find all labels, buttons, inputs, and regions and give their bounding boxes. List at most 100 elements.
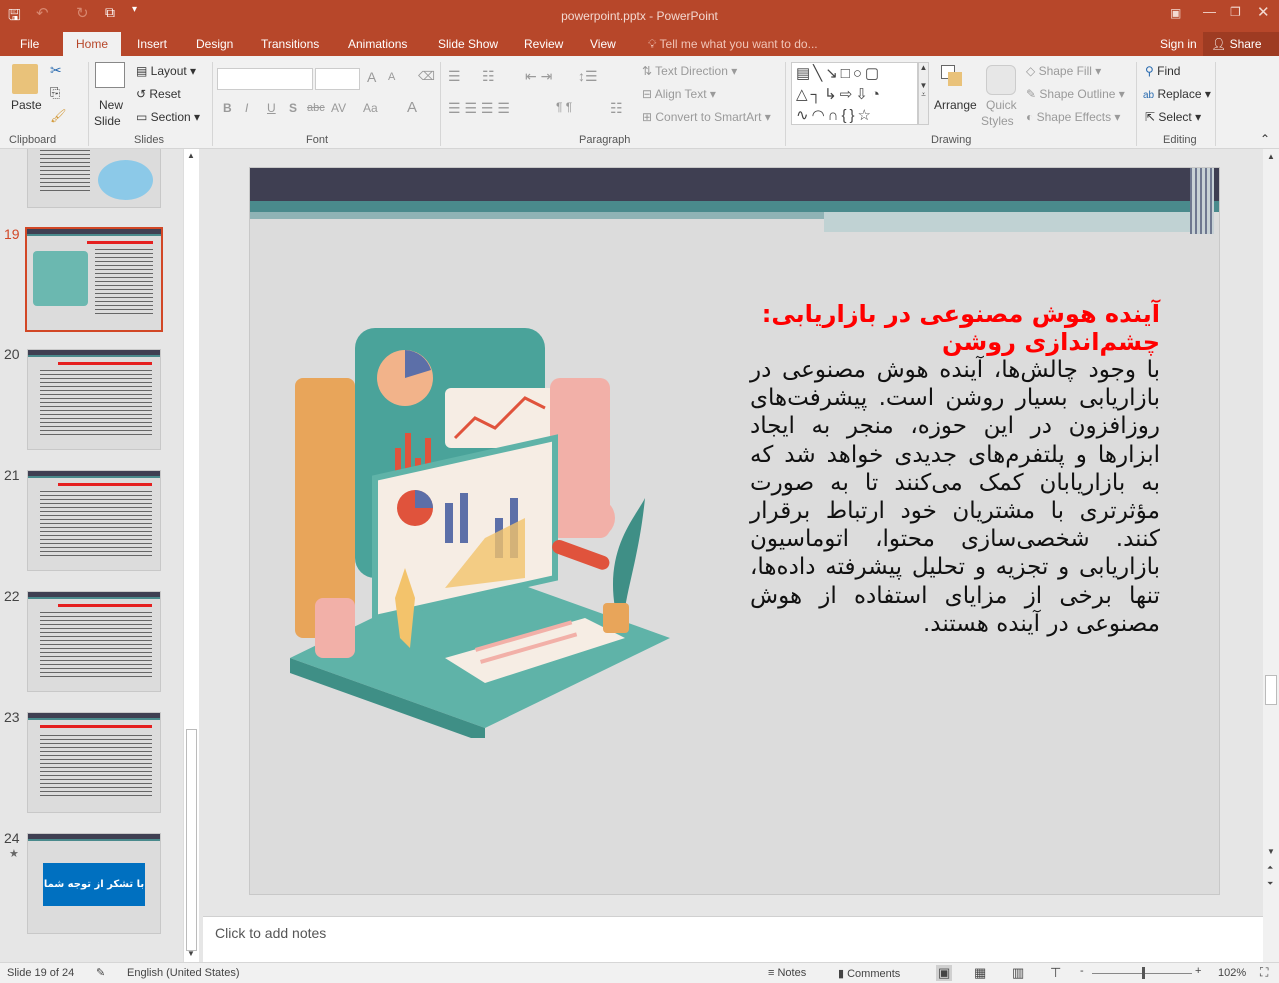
scroll-down-icon[interactable]: ▼	[1267, 847, 1275, 856]
numbering-icon[interactable]: ☷	[482, 68, 495, 85]
close-button[interactable]: ✕	[1257, 3, 1270, 21]
reset-button[interactable]: ↺ Reset	[136, 87, 181, 101]
slide-text-box[interactable]: آینده هوش مصنوعی در بازاریابی: چشم‌انداز…	[750, 300, 1160, 638]
line-spacing-icon[interactable]: ↕☰	[578, 68, 598, 85]
notes-button[interactable]: ≡ Notes	[768, 967, 806, 979]
quick-styles-button[interactable]: Quick	[986, 98, 1017, 112]
paste-button[interactable]: Paste	[11, 98, 42, 112]
copy-icon[interactable]: ⎘	[50, 85, 60, 101]
thumbnail-slide-23[interactable]	[27, 712, 161, 813]
format-painter-icon[interactable]: 🖌︎	[50, 108, 67, 124]
thumbnails-scrollbar[interactable]: ▲ ▼	[183, 149, 199, 962]
thumbnail-slide-18[interactable]	[27, 149, 161, 208]
comments-button[interactable]: ▮ Comments	[838, 967, 900, 980]
zoom-slider-thumb[interactable]	[1142, 967, 1145, 979]
font-name-input[interactable]	[217, 68, 313, 90]
arrange-button[interactable]: Arrange	[934, 98, 977, 112]
slide-canvas[interactable]: آینده هوش مصنوعی در بازاریابی: چشم‌انداز…	[249, 167, 1220, 895]
notes-pane[interactable]: Click to add notes	[203, 916, 1263, 962]
thumbnail-slide-20[interactable]	[27, 349, 161, 450]
shape-outline-button[interactable]: ✎ Shape Outline ▾	[1026, 87, 1125, 101]
tab-home[interactable]: Home	[63, 32, 122, 56]
slide-title[interactable]: آینده هوش مصنوعی در بازاریابی: چشم‌انداز…	[750, 300, 1160, 356]
next-slide-icon[interactable]: ⏷	[1267, 879, 1273, 889]
thumbnail-slide-22[interactable]	[27, 591, 161, 692]
shapes-gallery[interactable]: ▤╲↘□○▢ △┐↳⇨⇩◔ ∿◠∩{}☆	[791, 62, 918, 125]
text-direction-button[interactable]: ⇅ Text Direction ▾	[642, 64, 737, 78]
replace-label: Replace	[1157, 87, 1202, 101]
strikethrough-button[interactable]: abc	[307, 102, 325, 114]
font-color-button[interactable]: A	[407, 99, 417, 116]
shape-effects-button[interactable]: ◐ Shape Effects ▾	[1026, 110, 1120, 124]
language-indicator[interactable]: English (United States)	[127, 967, 240, 979]
section-button[interactable]: ▭ Section ▾	[136, 110, 200, 124]
restore-button[interactable]: ❐	[1230, 5, 1241, 19]
tab-view[interactable]: View	[582, 32, 624, 56]
tab-transitions[interactable]: Transitions	[253, 32, 327, 56]
grow-font-button[interactable]: A	[367, 69, 376, 85]
find-button[interactable]: ⚲ Find	[1145, 64, 1180, 78]
ribbon-display-icon[interactable]: ▣	[1170, 6, 1181, 20]
select-button[interactable]: ⇱ Select ▾	[1145, 110, 1201, 124]
thumbnail-slide-19[interactable]	[25, 227, 163, 332]
new-slide-icon[interactable]	[95, 62, 125, 88]
convert-smartart-button[interactable]: ⊞ Convert to SmartArt ▾	[642, 110, 771, 124]
shape-fill-button[interactable]: ◇ Shape Fill ▾	[1026, 64, 1101, 78]
change-case-button[interactable]: Aa	[363, 101, 378, 115]
editing-group-label: Editing	[1163, 134, 1197, 146]
zoom-level[interactable]: 102%	[1218, 967, 1246, 979]
scroll-up-icon[interactable]: ▲	[187, 151, 195, 160]
share-button[interactable]: 👤︎ Share	[1203, 32, 1279, 56]
layout-button[interactable]: ▤ Layout ▾	[136, 64, 196, 78]
bold-button[interactable]: B	[223, 101, 232, 115]
slideshow-view-icon[interactable]: ⊤	[1050, 965, 1061, 981]
align-text-button[interactable]: ⊟ Align Text ▾	[642, 87, 716, 101]
previous-slide-icon[interactable]: ⏶	[1267, 863, 1273, 873]
thumbnail-slide-24[interactable]: با تشکر از توجه شما	[27, 833, 161, 934]
spell-check-icon[interactable]: ✎	[96, 966, 105, 979]
slide-body[interactable]: با وجود چالش‌ها، آینده هوش مصنوعی در باز…	[750, 356, 1160, 638]
underline-button[interactable]: U	[267, 101, 276, 115]
scroll-down-icon[interactable]: ▼	[187, 949, 195, 958]
bullets-icon[interactable]: ☰	[448, 68, 461, 85]
font-size-input[interactable]	[315, 68, 360, 90]
tab-review[interactable]: Review	[516, 32, 571, 56]
tell-me-box[interactable]: 💡︎ Tell me what you want to do...	[640, 32, 826, 56]
character-spacing-button[interactable]: AV	[331, 101, 346, 115]
tab-animations[interactable]: Animations	[340, 32, 415, 56]
new-slide-button[interactable]: New	[99, 98, 123, 112]
tab-insert[interactable]: Insert	[129, 32, 175, 56]
scroll-up-icon[interactable]: ▲	[1267, 152, 1275, 161]
columns-icon[interactable]: ☷	[610, 100, 623, 117]
reading-view-icon[interactable]: ▥	[1012, 965, 1024, 981]
indent-icon[interactable]: ⇤ ⇥	[525, 68, 552, 85]
text-direction-rtl-icon[interactable]: ¶ ¶	[556, 100, 572, 114]
zoom-in-button[interactable]: +	[1195, 965, 1201, 977]
tab-slide-show[interactable]: Slide Show	[430, 32, 506, 56]
thumbnail-slide-21[interactable]	[27, 470, 161, 571]
scroll-thumb[interactable]	[1265, 675, 1277, 705]
paste-icon[interactable]	[12, 64, 38, 94]
replace-button[interactable]: ab Replace ▾	[1143, 87, 1211, 101]
minimize-button[interactable]: —	[1203, 4, 1216, 19]
shrink-font-button[interactable]: A	[388, 71, 395, 83]
slide-sorter-icon[interactable]: ▦	[974, 965, 986, 981]
notes-placeholder[interactable]: Click to add notes	[215, 925, 326, 941]
scroll-thumb[interactable]	[186, 729, 197, 951]
align-icons[interactable]: ☰ ☰ ☰ ☰	[448, 100, 510, 117]
zoom-out-button[interactable]: -	[1080, 965, 1084, 977]
tab-file[interactable]: File	[12, 32, 47, 56]
shadow-button[interactable]: S	[289, 101, 297, 115]
cut-icon[interactable]: ✂	[50, 62, 62, 79]
new-slide-button-2[interactable]: Slide	[94, 114, 121, 128]
normal-view-icon[interactable]: ▣	[936, 965, 953, 981]
shapes-scroll[interactable]: ▲ ▼ ⩡	[918, 62, 929, 125]
clear-formatting-icon[interactable]: ⌫	[418, 69, 435, 83]
fit-to-window-icon[interactable]: ⛶	[1260, 965, 1268, 980]
quick-styles-button-2[interactable]: Styles	[981, 114, 1014, 128]
slide-scrollbar[interactable]: ▲ ▼ ⏶ ⏷	[1263, 149, 1279, 962]
collapse-ribbon-icon[interactable]: ⌃	[1260, 132, 1270, 146]
italic-button[interactable]: I	[245, 101, 248, 115]
tab-design[interactable]: Design	[188, 32, 241, 56]
sign-in-link[interactable]: Sign in	[1152, 32, 1205, 56]
